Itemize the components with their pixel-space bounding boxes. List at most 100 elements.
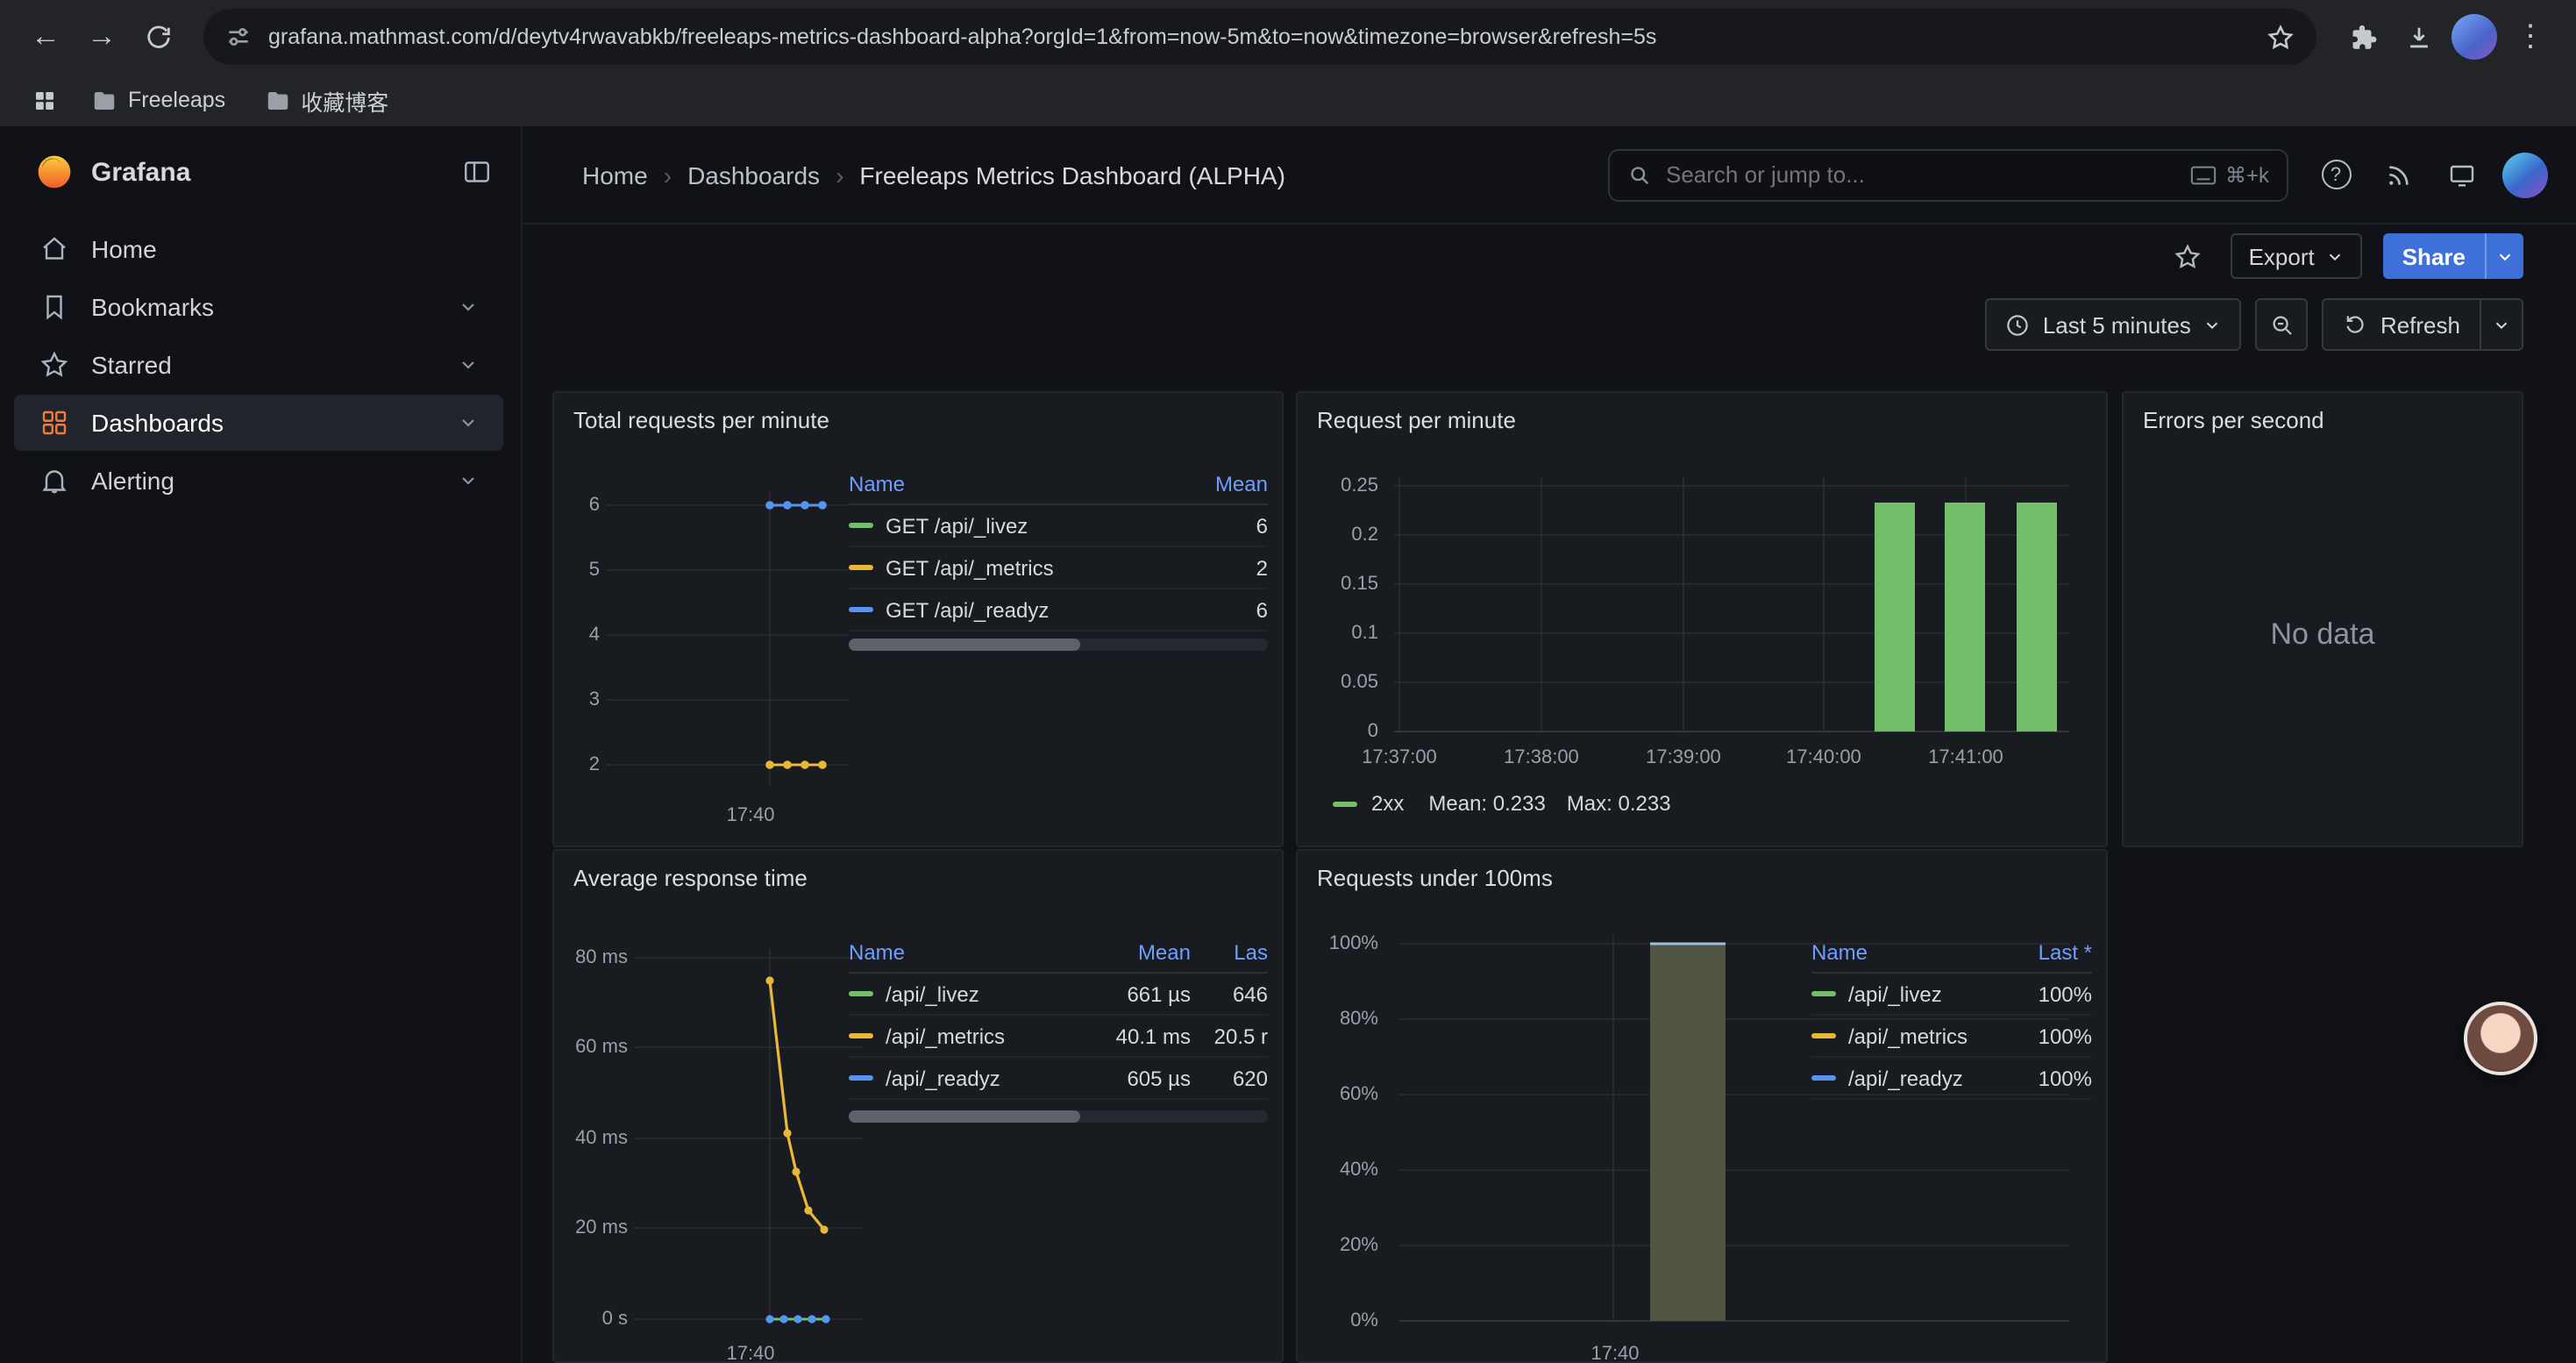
y-tick: 4 — [558, 624, 600, 646]
panel-title[interactable]: Average response time — [554, 851, 1282, 905]
chevron-down-icon[interactable] — [458, 354, 479, 375]
series-mean: Mean: 0.233 — [1428, 791, 1545, 816]
star-outline-icon — [2173, 241, 2202, 271]
news-button[interactable] — [2376, 152, 2422, 197]
sidebar-collapse-icon[interactable] — [461, 156, 493, 188]
panel-title[interactable]: Requests under 100ms — [1298, 851, 2106, 905]
breadcrumb-dashboards[interactable]: Dashboards — [687, 161, 820, 189]
legend-header-last[interactable]: Last * — [2001, 939, 2092, 964]
scrollbar-thumb[interactable] — [849, 1110, 1080, 1123]
series-name[interactable]: /api/_readyz — [1811, 1066, 2001, 1090]
panel-title[interactable]: Request per minute — [1298, 393, 2106, 447]
apps-grid-icon — [31, 87, 57, 113]
panel-title[interactable]: Total requests per minute — [554, 393, 1282, 447]
series-name[interactable]: /api/_readyz — [849, 1066, 1078, 1090]
sidebar-brand-row: Grafana — [0, 126, 521, 218]
sidebar-item-starred[interactable]: Starred — [14, 337, 503, 393]
series-name[interactable]: GET /api/_livez — [849, 513, 1184, 538]
back-button[interactable]: ← — [18, 9, 74, 65]
profile-button[interactable] — [2446, 9, 2502, 65]
series-color-yellow — [1811, 1033, 1836, 1038]
chevron-down-icon[interactable] — [458, 470, 479, 491]
export-button[interactable]: Export — [2231, 233, 2362, 279]
zoom-out-button[interactable] — [2256, 298, 2309, 351]
extensions-button[interactable] — [2334, 9, 2390, 65]
series-name[interactable]: GET /api/_readyz — [849, 597, 1184, 622]
legend-row: /api/_metrics 40.1 ms 20.5 r — [849, 1016, 1268, 1058]
sidebar-item-dashboards[interactable]: Dashboards — [14, 395, 503, 451]
time-range-picker[interactable]: Last 5 minutes — [1985, 298, 2242, 351]
legend-header-last[interactable]: Las — [1191, 939, 1268, 964]
scrollbar-thumb[interactable] — [849, 639, 1080, 651]
downloads-button[interactable] — [2390, 9, 2446, 65]
bookmark-icon — [39, 291, 70, 323]
site-info-icon[interactable] — [224, 23, 253, 51]
legend-header-mean[interactable]: Mean — [1184, 471, 1268, 496]
legend-row: GET /api/_livez 6 — [849, 505, 1268, 547]
search-input[interactable] — [1666, 161, 2176, 188]
share-menu-button[interactable] — [2485, 233, 2523, 279]
series-name[interactable]: /api/_metrics — [1811, 1024, 2001, 1048]
series-last: 100% — [2001, 1024, 2092, 1048]
sidebar-item-bookmarks[interactable]: Bookmarks — [14, 279, 503, 335]
series-name[interactable]: /api/_metrics — [849, 1024, 1078, 1048]
breadcrumb-home[interactable]: Home — [582, 161, 648, 189]
sidebar-item-home[interactable]: Home — [14, 221, 503, 277]
panel-request-per-minute: Request per minute 0.25 0.2 0.15 0.1 0.0… — [1296, 391, 2108, 847]
bookmark-folder-freeleaps[interactable]: Freeleaps — [77, 82, 239, 118]
legend-header-name[interactable]: Name — [849, 471, 1184, 496]
search-shortcut: ⌘+k — [2190, 162, 2269, 187]
series-last: 100% — [2001, 981, 2092, 1006]
browser-menu-button[interactable]: ⋮ — [2502, 9, 2558, 65]
chevron-down-icon[interactable] — [458, 412, 479, 433]
download-icon — [2403, 22, 2433, 52]
series-name[interactable]: /api/_livez — [1811, 981, 2001, 1006]
series-mean: 40.1 ms — [1078, 1024, 1191, 1048]
series-name[interactable]: GET /api/_metrics — [849, 555, 1184, 580]
legend-header-name[interactable]: Name — [849, 939, 1078, 964]
share-split-button: Share — [2383, 233, 2523, 279]
search-box[interactable]: ⌘+k — [1608, 148, 2288, 201]
series-name[interactable]: 2xx — [1371, 791, 1404, 816]
url-text[interactable]: grafana.mathmast.com/d/deytv4rwavabkb/fr… — [268, 25, 2250, 49]
favorite-dashboard-button[interactable] — [2165, 233, 2210, 279]
refresh-button[interactable]: Refresh — [2323, 298, 2481, 351]
series-name[interactable]: /api/_livez — [849, 981, 1078, 1006]
y-tick: 0.1 — [1298, 623, 1378, 644]
help-button[interactable]: ? — [2313, 152, 2359, 197]
address-bar[interactable]: grafana.mathmast.com/d/deytv4rwavabkb/fr… — [203, 9, 2316, 65]
profile-avatar — [2451, 14, 2497, 60]
legend: 2xx Mean: 0.233 Max: 0.233 — [1333, 791, 1671, 816]
chevron-down-icon — [2492, 315, 2511, 334]
apps-grid-button[interactable] — [21, 79, 67, 121]
x-tick: 17:40:00 — [1771, 747, 1876, 768]
y-tick: 20% — [1298, 1235, 1378, 1256]
reload-button[interactable] — [130, 9, 186, 65]
display-button[interactable] — [2439, 152, 2485, 197]
legend-header-name[interactable]: Name — [1811, 939, 2001, 964]
share-label: Share — [2402, 243, 2466, 269]
forward-button[interactable]: → — [74, 9, 130, 65]
legend-row: /api/_metrics 100% — [1811, 1016, 2092, 1058]
legend-header-mean[interactable]: Mean — [1078, 939, 1191, 964]
bookmark-star-icon[interactable] — [2266, 22, 2295, 52]
user-menu-button[interactable] — [2502, 152, 2548, 197]
y-tick: 0 — [1298, 721, 1378, 742]
monitor-icon — [2448, 161, 2476, 189]
series-color-blue — [849, 607, 873, 612]
chevron-down-icon[interactable] — [458, 296, 479, 318]
folder-icon — [264, 87, 290, 113]
share-button[interactable]: Share — [2383, 233, 2485, 279]
assistant-avatar-widget[interactable] — [2464, 1002, 2537, 1075]
legend-scrollbar[interactable] — [849, 639, 1268, 651]
bookmark-folder-blogs[interactable]: 收藏博客 — [250, 78, 402, 122]
refresh-interval-button[interactable] — [2481, 298, 2523, 351]
legend-scrollbar[interactable] — [849, 1110, 1268, 1123]
series-last: 646 — [1191, 981, 1268, 1006]
grafana-app: Grafana Home Bookmarks Starred — [0, 126, 2576, 1363]
reload-icon — [143, 22, 173, 52]
panel-title[interactable]: Errors per second — [2124, 393, 2522, 447]
legend-table: Name Mean GET /api/_livez 6 GET /api/_me… — [849, 463, 1268, 632]
sidebar-item-alerting[interactable]: Alerting — [14, 453, 503, 509]
series-color-yellow — [849, 565, 873, 570]
